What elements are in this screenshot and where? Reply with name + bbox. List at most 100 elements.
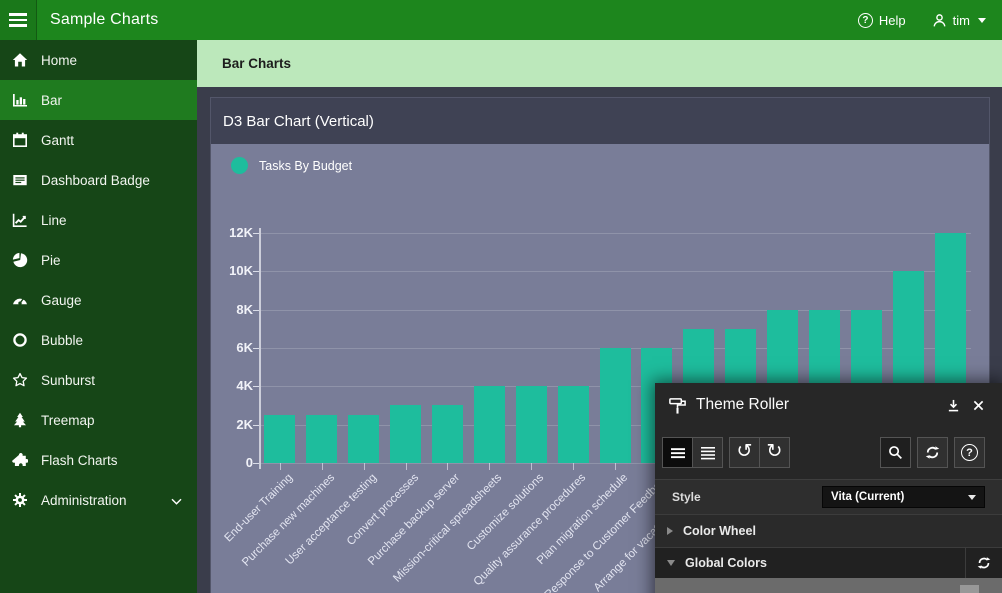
person-icon [932, 13, 947, 28]
sidebar-item-label: Dashboard Badge [41, 173, 150, 188]
sync-icon [924, 444, 941, 461]
undo-button[interactable]: ↺ [729, 437, 760, 468]
y-axis-label: 10K [211, 263, 253, 279]
sidebar-item-bar[interactable]: Bar [0, 80, 197, 120]
star-icon [11, 372, 28, 389]
bar[interactable] [390, 405, 421, 463]
legend-label: Tasks By Budget [259, 159, 352, 173]
chevron-right-icon [667, 527, 673, 535]
bar[interactable] [432, 405, 463, 463]
global-colors-sync-button[interactable] [965, 548, 1002, 579]
gear-icon [11, 492, 28, 509]
sidebar-item-label: Administration [41, 493, 127, 508]
bar[interactable] [348, 415, 379, 463]
x-axis-tick [364, 463, 365, 470]
theme-roller-title: Theme Roller [696, 396, 789, 414]
breadcrumb-bar: Bar Charts [197, 40, 1002, 87]
style-label: Style [672, 490, 701, 504]
sync-button[interactable] [917, 437, 948, 468]
list-compact-icon [669, 444, 687, 462]
chevron-down-icon [978, 18, 986, 23]
sidebar-item-label: Gauge [41, 293, 82, 308]
style-row: Style Vita (Current) [655, 479, 1002, 514]
app-window: Sample Charts ? Help tim Home Bar Gantt Das… [0, 0, 1002, 593]
circle-icon [11, 332, 28, 349]
sidebar-item-label: Treemap [41, 413, 95, 428]
theme-roller-toolbar: ↺ ↻ ? [655, 427, 1002, 479]
help-button[interactable]: ? Help [858, 13, 906, 28]
bar-chart-icon [11, 92, 28, 109]
sidebar-item-bubble[interactable]: Bubble [0, 320, 197, 360]
menu-button[interactable] [0, 0, 37, 40]
help-button-roller[interactable]: ? [954, 437, 985, 468]
redo-button[interactable]: ↻ [759, 437, 790, 468]
close-button[interactable] [973, 400, 984, 411]
sidebar-item-label: Sunburst [41, 373, 95, 388]
style-select[interactable]: Vita (Current) [822, 486, 985, 508]
app-header: Sample Charts ? Help tim [0, 0, 1002, 40]
chevron-down-icon [968, 495, 976, 500]
y-axis-label: 2K [211, 417, 253, 433]
legend-item[interactable]: Tasks By Budget [231, 157, 352, 174]
sidebar-item-sunburst[interactable]: Sunburst [0, 360, 197, 400]
download-button[interactable] [947, 399, 960, 412]
x-axis-tick [280, 463, 281, 470]
page-title: D3 Bar Chart (Vertical) [223, 113, 374, 130]
theme-roller-body [655, 578, 1002, 593]
section-label: Color Wheel [683, 524, 756, 538]
sidebar-item-label: Bubble [41, 333, 83, 348]
sidebar-item-administration[interactable]: Administration [0, 480, 197, 520]
x-axis-tick [322, 463, 323, 470]
sidebar-item-label: Line [41, 213, 67, 228]
bar[interactable] [516, 386, 547, 463]
sidebar-item-gauge[interactable]: Gauge [0, 280, 197, 320]
sidebar-item-home[interactable]: Home [0, 40, 197, 80]
bar[interactable] [558, 386, 589, 463]
x-axis-tick [489, 463, 490, 470]
section-label: Global Colors [685, 556, 767, 570]
sidebar-item-label: Gantt [41, 133, 74, 148]
sidebar-item-pie[interactable]: Pie [0, 240, 197, 280]
y-axis-label: 4K [211, 378, 253, 394]
sidebar-item-line[interactable]: Line [0, 200, 197, 240]
section-global-colors[interactable]: Global Colors [655, 547, 1002, 578]
breadcrumb: Bar Charts [222, 56, 291, 71]
y-gridline [259, 271, 971, 272]
color-swatch[interactable] [960, 585, 979, 593]
search-button[interactable] [880, 437, 911, 468]
puzzle-icon [11, 452, 28, 469]
search-icon [887, 444, 904, 461]
bar[interactable] [306, 415, 337, 463]
bar[interactable] [600, 348, 631, 463]
user-name: tim [953, 13, 970, 28]
sidebar-item-treemap[interactable]: Treemap [0, 400, 197, 440]
sidebar-item-dashboard-badge[interactable]: Dashboard Badge [0, 160, 197, 200]
sidebar-item-gantt[interactable]: Gantt [0, 120, 197, 160]
sync-icon [976, 555, 992, 571]
badge-list-icon [11, 172, 28, 189]
sidebar-item-flash-charts[interactable]: Flash Charts [0, 440, 197, 480]
home-icon [11, 52, 28, 69]
x-axis-tick [531, 463, 532, 470]
calendar-icon [11, 132, 28, 149]
list-compact-button[interactable] [662, 437, 693, 468]
chevron-down-icon [667, 560, 675, 566]
sidebar-nav: Home Bar Gantt Dashboard Badge Line Pie Gauge B… [0, 40, 197, 593]
sidebar-item-label: Home [41, 53, 77, 68]
x-axis-tick [615, 463, 616, 470]
y-axis-label: 0 [211, 455, 253, 471]
hamburger-icon [9, 10, 27, 30]
legend-marker-icon [231, 157, 248, 174]
bar[interactable] [474, 386, 505, 463]
bar[interactable] [264, 415, 295, 463]
y-axis [259, 228, 261, 469]
section-color-wheel[interactable]: Color Wheel [655, 514, 1002, 547]
help-label: Help [879, 13, 906, 28]
theme-roller-header: Theme Roller [655, 383, 1002, 427]
x-axis-tick [573, 463, 574, 470]
list-spacious-button[interactable] [692, 437, 723, 468]
close-icon [973, 400, 984, 411]
sidebar-item-label: Bar [41, 93, 62, 108]
x-axis-tick [406, 463, 407, 470]
user-menu[interactable]: tim [932, 13, 986, 28]
